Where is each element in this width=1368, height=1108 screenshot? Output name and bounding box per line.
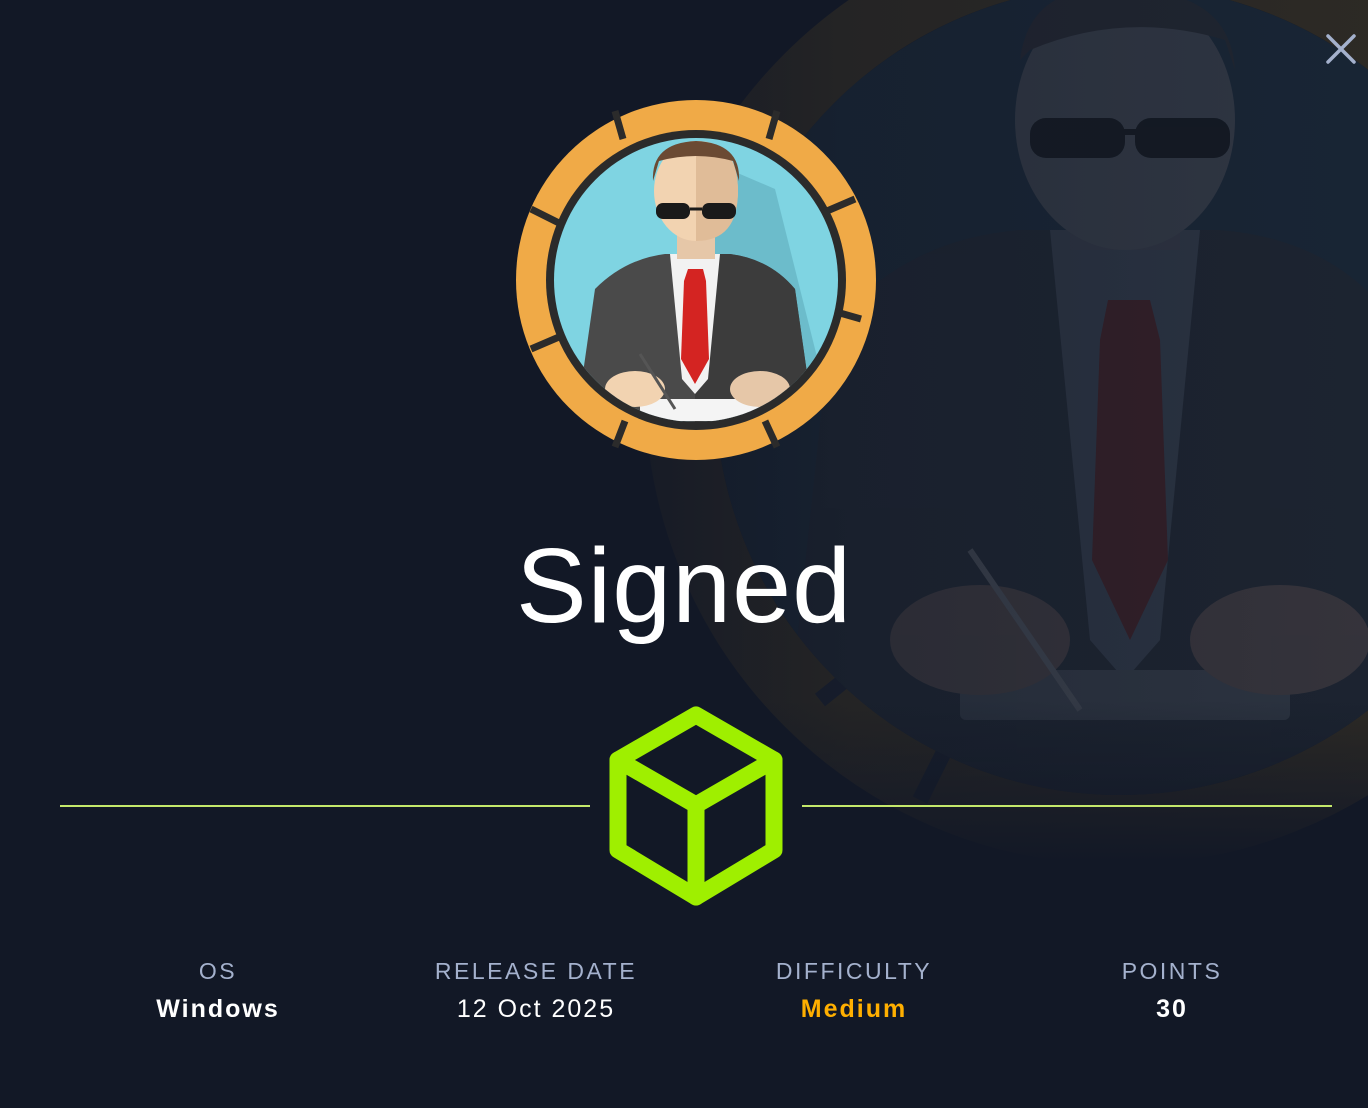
stat-points-label: POINTS	[1121, 958, 1223, 984]
stat-release-date-value: 12 Oct 2025	[456, 995, 616, 1023]
stat-difficulty-label: DIFFICULTY	[775, 958, 933, 984]
stat-os-label: OS	[198, 958, 238, 984]
stat-difficulty: DIFFICULTY Medium	[724, 956, 984, 1026]
machine-card: Signed OS Windows RELEASE DATE 12 Oct 20…	[0, 0, 1368, 1108]
divider-right	[802, 805, 1332, 807]
divider-left	[60, 805, 590, 807]
stat-os-value: Windows	[156, 995, 280, 1023]
box-icon	[609, 706, 783, 906]
machine-stats: OS Windows RELEASE DATE 12 Oct 2025 DIFF…	[0, 956, 1368, 1036]
stat-release-date-label: RELEASE DATE	[434, 958, 638, 984]
stat-difficulty-value: Medium	[800, 995, 908, 1023]
stat-os: OS Windows	[88, 956, 348, 1026]
close-icon[interactable]	[1318, 26, 1364, 72]
stat-points: POINTS 30	[1042, 956, 1302, 1026]
machine-title: Signed	[515, 527, 853, 645]
machine-avatar	[516, 100, 876, 460]
stat-points-value: 30	[1156, 995, 1188, 1023]
stat-release-date: RELEASE DATE 12 Oct 2025	[406, 956, 666, 1026]
